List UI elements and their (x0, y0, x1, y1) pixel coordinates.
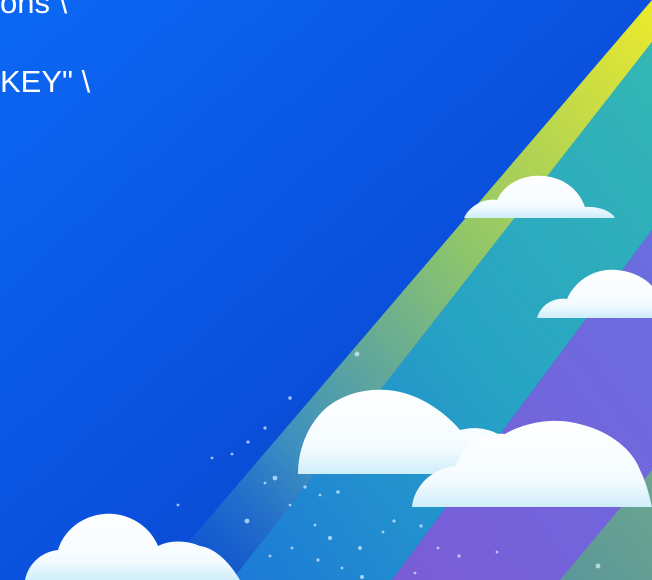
code-line-1: ons \ (0, 0, 68, 20)
code-line-2: KEY" \ (0, 64, 91, 99)
cloud-rainbow-illustration (0, 0, 652, 580)
presentation-slide: ons \ KEY" \ (0, 0, 652, 580)
